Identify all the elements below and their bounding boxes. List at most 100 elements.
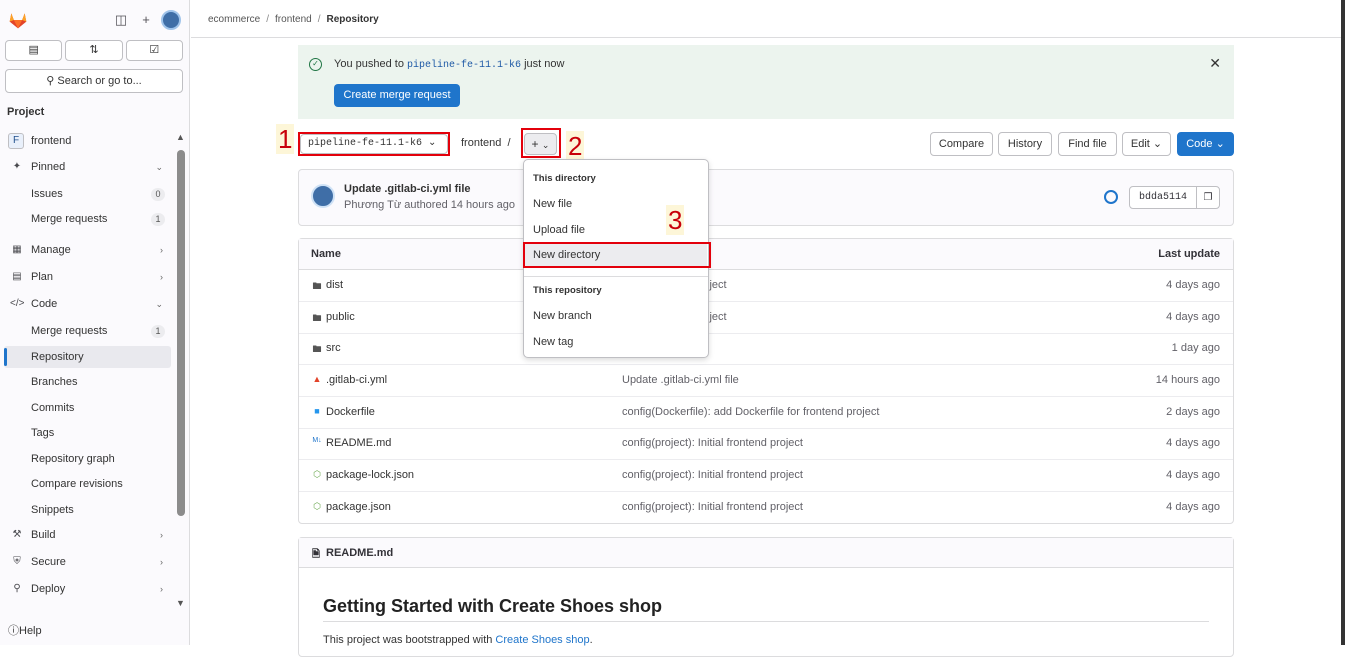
- plus-icon[interactable]: +: [137, 11, 155, 29]
- file-name[interactable]: package-lock.json: [326, 469, 414, 481]
- sidebar-item-label: Snippets: [31, 504, 74, 516]
- table-row[interactable]: 🖿distinitial frontend project4 days ago: [299, 270, 1233, 302]
- table-row[interactable]: ▲ .gitlab-ci.yml Update .gitlab-ci.yml fil…: [299, 365, 1233, 397]
- sidebar-item-code[interactable]: </> Code ⌄: [4, 293, 171, 315]
- sidebar-item-label: Pinned: [31, 161, 66, 173]
- issues-icon[interactable]: ▤: [5, 40, 63, 61]
- merge-request-icon[interactable]: ⇅: [65, 40, 123, 61]
- sidebar-scrollbar[interactable]: ▲ ▼: [176, 132, 186, 610]
- alert-branch[interactable]: pipeline-fe-11.1-k6: [407, 60, 521, 71]
- readme-panel: 🗎 README.md Getting Started with Create S…: [298, 537, 1234, 657]
- annotation-box-3: [523, 242, 711, 268]
- folder-icon: 🖿: [312, 313, 322, 323]
- commit-sha[interactable]: bdda5114: [1129, 186, 1197, 209]
- create-merge-request-button[interactable]: Create merge request: [334, 84, 460, 107]
- commit-message[interactable]: config(project): Initial frontend projec…: [622, 469, 803, 481]
- history-button[interactable]: History: [998, 132, 1052, 156]
- sidebar-item-commits[interactable]: Commits: [4, 397, 171, 419]
- sidebar-item-repository[interactable]: Repository: [4, 346, 171, 368]
- pipeline-status-icon[interactable]: [1104, 190, 1118, 204]
- sidebar-item-repository-graph[interactable]: Repository graph: [4, 448, 171, 470]
- sidebar-item-manage[interactable]: ▦ Manage ›: [4, 239, 171, 261]
- sidebar-item-compare-revisions[interactable]: Compare revisions: [4, 473, 171, 495]
- breadcrumb-repository[interactable]: Repository: [327, 14, 379, 25]
- chevron-down-icon: ⌄: [1215, 138, 1225, 150]
- push-alert: ✓ You pushed to pipeline-fe-11.1-k6 just…: [298, 45, 1234, 119]
- sidebar-toggle-icon[interactable]: ◫: [112, 11, 130, 29]
- sidebar-item-tags[interactable]: Tags: [4, 422, 171, 444]
- file-name[interactable]: .gitlab-ci.yml: [326, 374, 387, 386]
- readme-text-end: .: [589, 634, 593, 646]
- path-root[interactable]: frontend: [461, 137, 501, 149]
- help-label: Help: [19, 625, 42, 637]
- sidebar-item-build[interactable]: ⚒ Build ›: [4, 524, 171, 546]
- sidebar-item-deploy[interactable]: ⚲ Deploy ›: [4, 578, 171, 600]
- gitlab-logo[interactable]: [8, 10, 28, 30]
- scroll-down-icon[interactable]: ▼: [176, 598, 185, 608]
- readme-filename[interactable]: README.md: [326, 547, 393, 559]
- gitlab-file-icon: ▲: [312, 374, 322, 384]
- sidebar-item-merge-requests[interactable]: Merge requests 1: [4, 320, 171, 342]
- table-row[interactable]: ■ Dockerfile config(Dockerfile): add Docke…: [299, 397, 1233, 429]
- table-row[interactable]: ⬡ package-lock.json config(project): Initi…: [299, 460, 1233, 492]
- readme-text: This project was bootstrapped with: [323, 634, 496, 646]
- file-name[interactable]: README.md: [326, 437, 391, 449]
- sidebar-item-plan[interactable]: ▤ Plan ›: [4, 266, 171, 288]
- avatar[interactable]: [161, 10, 181, 30]
- last-update: 4 days ago: [1166, 279, 1220, 291]
- sidebar-item-merge-requests-pinned[interactable]: Merge requests 1: [4, 208, 171, 230]
- compare-button[interactable]: Compare: [930, 132, 993, 156]
- table-row[interactable]: ⬡ package.json config(project): Initial fr…: [299, 492, 1233, 524]
- file-name[interactable]: src: [326, 342, 341, 354]
- file-name[interactable]: dist: [326, 279, 343, 291]
- table-row[interactable]: 🖿 src 1 day ago: [299, 333, 1233, 365]
- edit-label: Edit: [1130, 138, 1150, 150]
- help-button[interactable]: ⓘHelp: [8, 622, 42, 638]
- sidebar-item-snippets[interactable]: Snippets: [4, 499, 171, 521]
- breadcrumb-frontend[interactable]: frontend: [275, 14, 312, 25]
- table-row[interactable]: M↓ README.md config(project): Initial fron…: [299, 428, 1233, 460]
- dropdown-section-repository: This repository: [533, 285, 602, 296]
- scrollbar-thumb[interactable]: [177, 150, 185, 516]
- commit-title[interactable]: Update .gitlab-ci.yml file: [344, 183, 471, 195]
- sidebar-item-label: frontend: [31, 135, 72, 147]
- alert-text: You pushed to: [334, 58, 407, 70]
- last-update: 2 days ago: [1166, 406, 1220, 418]
- find-file-button[interactable]: Find file: [1058, 132, 1117, 156]
- scroll-up-icon[interactable]: ▲: [176, 132, 185, 142]
- commit-message[interactable]: Update .gitlab-ci.yml file: [622, 374, 739, 386]
- edit-button[interactable]: Edit ⌄: [1122, 132, 1171, 156]
- menu-item-new-branch[interactable]: New branch: [525, 304, 707, 328]
- chevron-right-icon: ›: [160, 557, 163, 567]
- docker-icon: ■: [314, 406, 320, 416]
- readme-link[interactable]: Create Shoes shop: [495, 634, 589, 646]
- sidebar-shortcuts: ▤ ⇅ ☑: [5, 40, 183, 62]
- close-icon[interactable]: ✕: [1209, 55, 1221, 72]
- code-button[interactable]: Code ⌄: [1177, 132, 1234, 156]
- sidebar-item-frontend[interactable]: Ffrontend: [4, 130, 171, 152]
- commit-message[interactable]: config(project): Initial frontend projec…: [622, 501, 803, 513]
- file-name[interactable]: Dockerfile: [326, 406, 375, 418]
- node-icon: ⬡: [313, 469, 321, 479]
- todo-icon[interactable]: ☑: [125, 40, 183, 61]
- search-button[interactable]: ⚲ Search or go to...: [5, 69, 183, 93]
- commit-message[interactable]: config(Dockerfile): add Dockerfile for f…: [622, 406, 879, 418]
- check-circle-icon: ✓: [309, 58, 322, 71]
- sidebar-item-branches[interactable]: Branches: [4, 371, 171, 393]
- sidebar-item-issues[interactable]: Issues 0: [4, 183, 171, 205]
- breadcrumb-ecommerce[interactable]: ecommerce: [208, 14, 260, 25]
- copy-icon[interactable]: ❐: [1196, 186, 1220, 209]
- file-name[interactable]: package.json: [326, 501, 391, 513]
- commit-author[interactable]: Phương Từ: [344, 199, 401, 211]
- menu-item-new-tag[interactable]: New tag: [525, 330, 707, 354]
- sidebar-item-pinned[interactable]: ✦ Pinned ⌄: [4, 156, 171, 178]
- file-name[interactable]: public: [326, 311, 355, 323]
- author-avatar[interactable]: [311, 184, 335, 208]
- commit-message[interactable]: config(project): Initial frontend projec…: [622, 437, 803, 449]
- plan-icon: ▤: [12, 271, 22, 282]
- column-name: Name: [311, 248, 341, 260]
- sidebar-item-label: Tags: [31, 427, 55, 439]
- sidebar-item-secure[interactable]: ⛨ Secure ›: [4, 551, 171, 573]
- chevron-right-icon: ›: [160, 272, 163, 282]
- table-row[interactable]: 🖿publicinitial frontend project4 days ag…: [299, 302, 1233, 334]
